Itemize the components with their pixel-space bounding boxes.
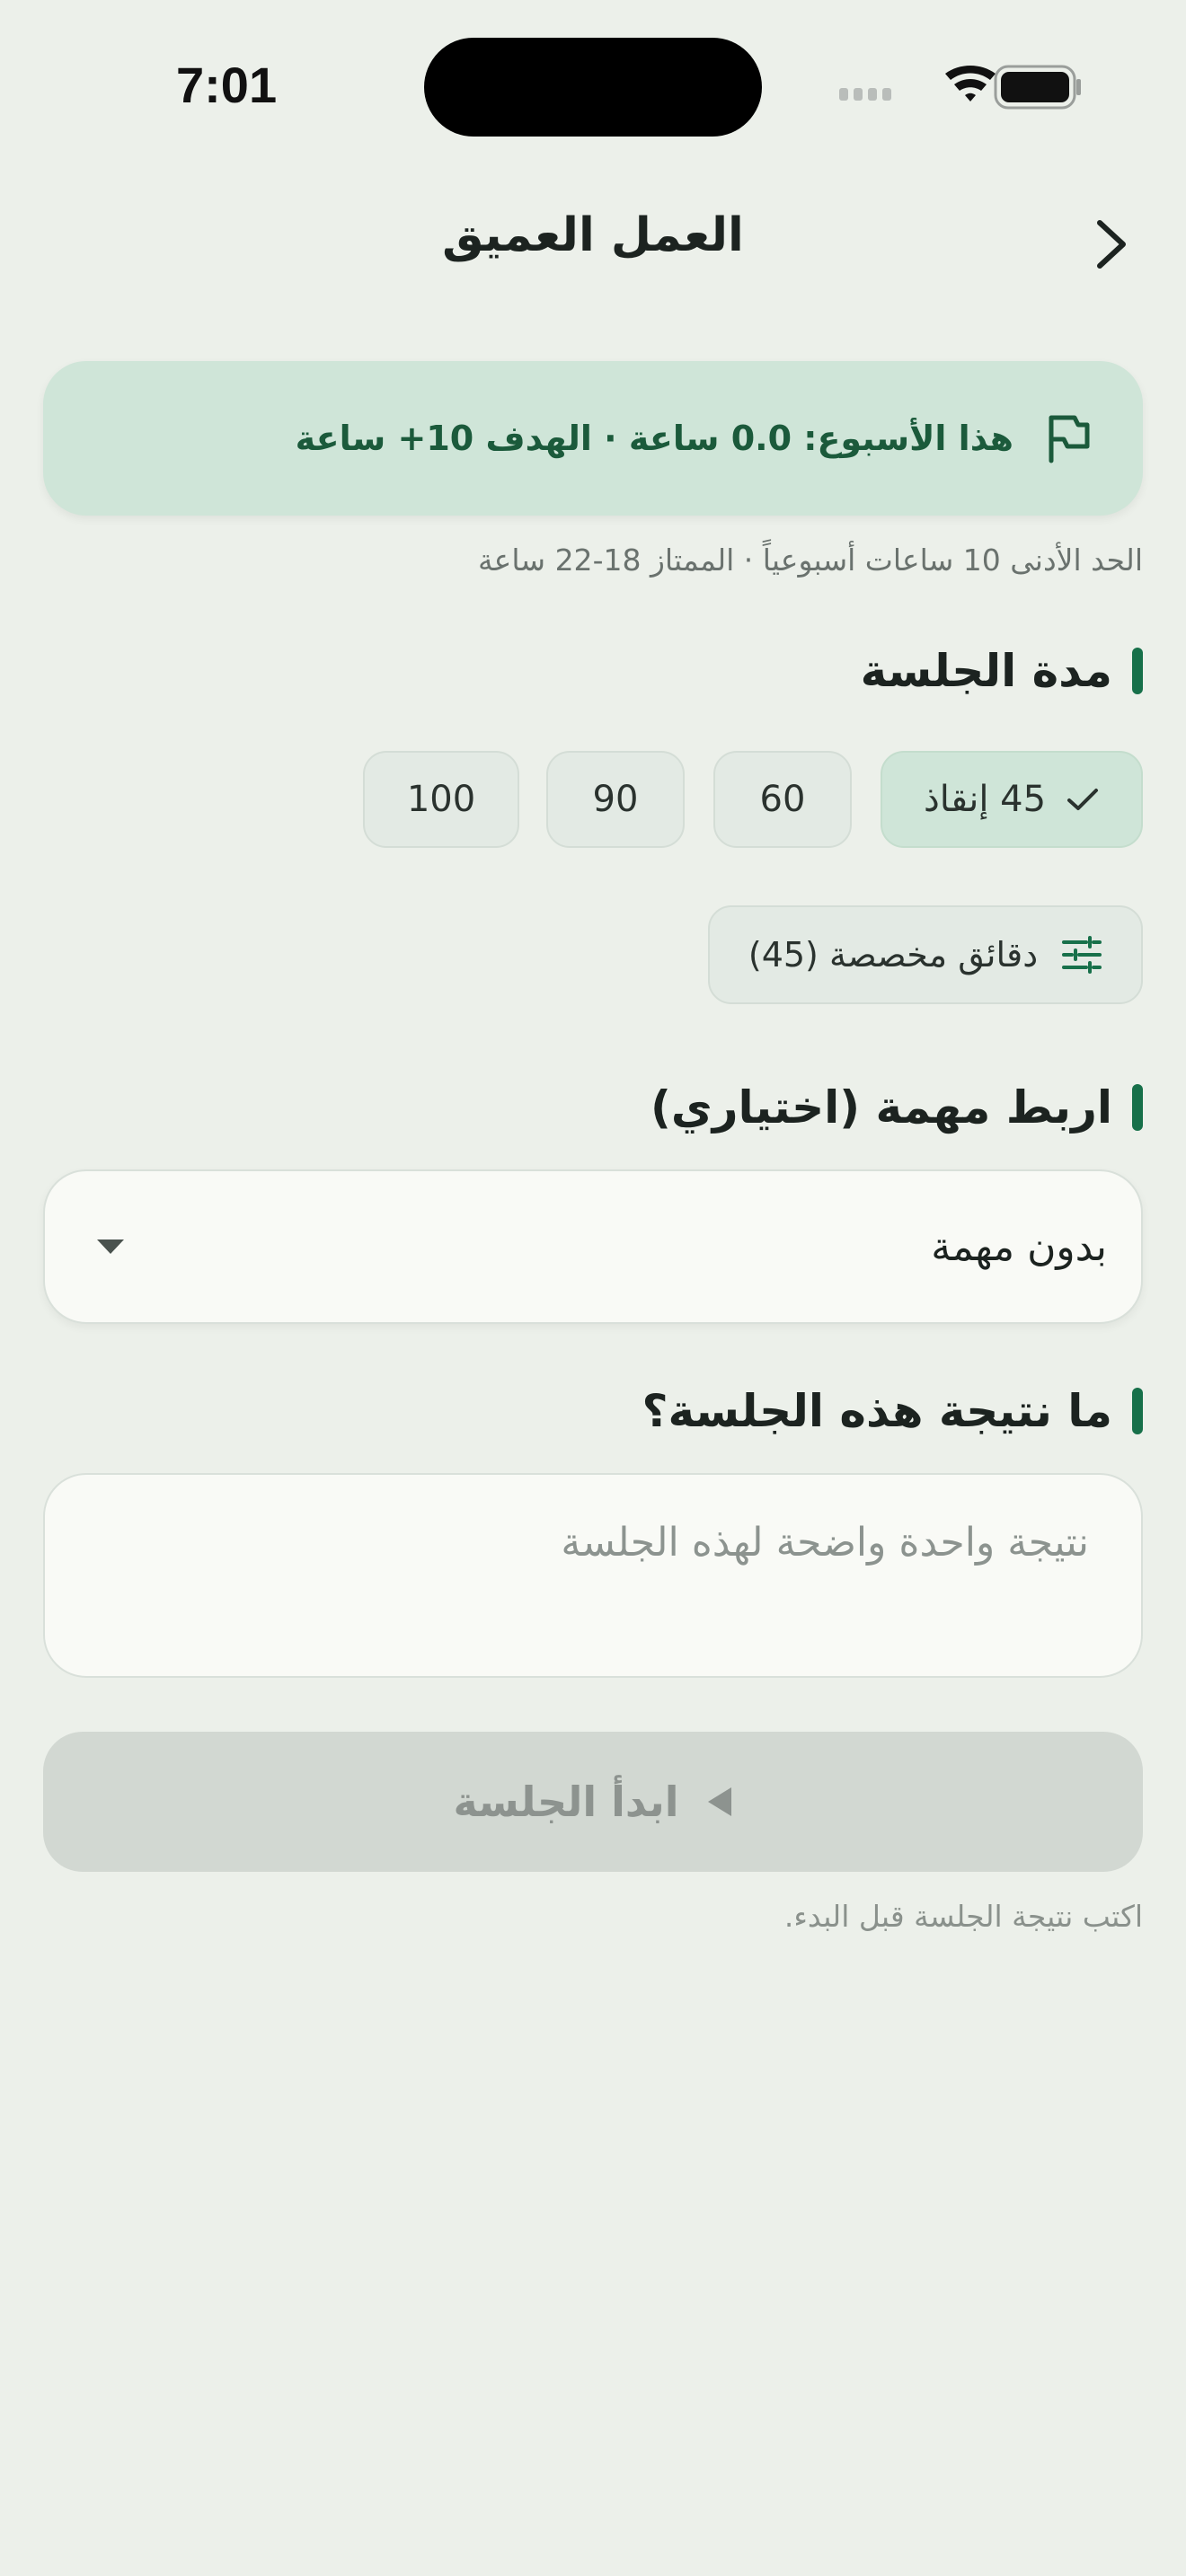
outcome-section-title: ما نتيجة هذه الجلسة؟ — [642, 1385, 1112, 1437]
task-select-value: بدون مهمة — [931, 1223, 1107, 1270]
outcome-textarea[interactable]: نتيجة واحدة واضحة لهذه الجلسة — [43, 1473, 1143, 1678]
section-accent-bar — [1132, 648, 1143, 694]
status-icons — [839, 65, 1081, 110]
dynamic-island — [424, 38, 762, 137]
section-accent-bar — [1132, 1084, 1143, 1131]
page-title: العمل العميق — [442, 208, 744, 262]
start-session-button[interactable]: ابدأ الجلسة — [43, 1732, 1143, 1872]
start-session-label: ابدأ الجلسة — [453, 1778, 679, 1826]
play-icon — [707, 1787, 731, 1816]
weekly-target-note: الحد الأدنى 10 ساعات أسبوعياً · الممتاز … — [477, 543, 1143, 578]
duration-chip-label: 100 — [406, 779, 476, 820]
deep-work-screen: 7:01 العمل العميق هذا الأسبوع: 0.0 ساعة … — [0, 0, 1186, 2576]
duration-chip-label: 60 — [759, 779, 806, 820]
duration-section-title: مدة الجلسة — [860, 645, 1112, 697]
weekly-progress-banner: هذا الأسبوع: 0.0 ساعة · الهدف 10+ ساعة — [43, 361, 1143, 516]
duration-chip-100[interactable]: 100 — [363, 751, 519, 848]
outcome-section-header: ما نتيجة هذه الجلسة؟ — [642, 1385, 1143, 1437]
tune-sliders-icon — [1062, 936, 1102, 974]
custom-minutes-label: دقائق مخصصة (45) — [748, 935, 1039, 975]
weekly-progress-text: هذا الأسبوع: 0.0 ساعة · الهدف 10+ ساعة — [295, 419, 1013, 458]
check-icon — [1067, 789, 1099, 810]
task-section-header: اربط مهمة (اختياري) — [651, 1081, 1143, 1134]
task-select[interactable]: بدون مهمة — [43, 1169, 1143, 1324]
duration-chip-90[interactable]: 90 — [546, 751, 685, 848]
status-time: 7:01 — [176, 57, 278, 113]
duration-chip-60[interactable]: 60 — [713, 751, 852, 848]
duration-chip-label: 45 إنقاذ — [923, 779, 1047, 820]
duration-section-header: مدة الجلسة — [861, 645, 1143, 697]
flag-icon — [1049, 415, 1090, 463]
wifi-icon — [945, 66, 996, 101]
cellular-signal-icon — [839, 88, 891, 101]
chevron-right-icon — [1097, 220, 1126, 269]
duration-chip-45[interactable]: 45 إنقاذ — [881, 751, 1143, 848]
back-button[interactable] — [1084, 216, 1141, 273]
start-hint: اكتب نتيجة الجلسة قبل البدء. — [783, 1899, 1143, 1934]
duration-chip-label: 90 — [592, 779, 639, 820]
task-section-title: اربط مهمة (اختياري) — [651, 1081, 1112, 1134]
custom-minutes-button[interactable]: دقائق مخصصة (45) — [708, 905, 1143, 1004]
outcome-placeholder: نتيجة واحدة واضحة لهذه الجلسة — [561, 1520, 1089, 1566]
section-accent-bar — [1132, 1388, 1143, 1434]
caret-down-icon — [97, 1239, 124, 1254]
battery-icon — [994, 65, 1081, 110]
